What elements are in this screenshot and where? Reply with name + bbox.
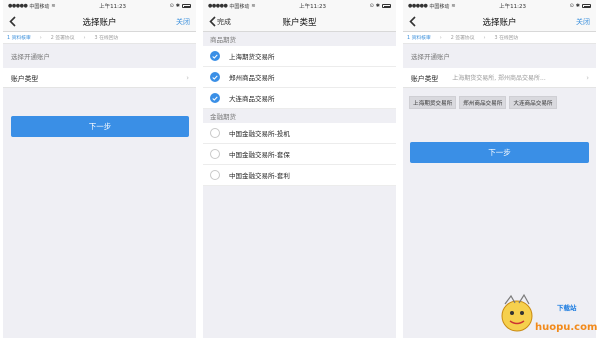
chevron-right-icon: › — [586, 73, 589, 82]
signal-icon: ●●●●● — [208, 3, 228, 9]
option-label: 中国金融交易所-投机 — [229, 130, 290, 138]
done-label: 完成 — [217, 17, 231, 26]
bluetooth-icon: ✱ — [175, 3, 180, 9]
status-bar: ●●●●● 中国移动 ≋ 上午11:23 ⊙ ✱ — [203, 0, 396, 12]
lock-rotation-icon: ⊙ — [369, 3, 374, 9]
next-button[interactable]: 下一步 — [11, 116, 189, 137]
check-icon — [210, 51, 220, 61]
option-label: 郑州商品交易所 — [229, 74, 275, 82]
step-3: 3 在线回访 — [94, 36, 119, 41]
radio-empty-icon — [210, 170, 220, 180]
option-shfe[interactable]: 上海期货交易所 — [203, 46, 396, 67]
section-label: 选择开通账户 — [3, 44, 196, 68]
lock-rotation-icon: ⊙ — [569, 3, 574, 9]
bluetooth-icon: ✱ — [575, 3, 580, 9]
group-header-commodity: 商品期货 — [203, 32, 396, 46]
watermark-logo: 下载站 huopu.com — [495, 282, 600, 338]
option-label: 上海期货交易所 — [229, 53, 275, 61]
step-2: 2 签署协议 — [50, 36, 75, 41]
close-button[interactable]: 关闭 — [176, 17, 190, 27]
close-button[interactable]: 关闭 — [576, 17, 590, 27]
account-type-row[interactable]: 账户类型 上海期货交易所, 郑州商品交易所... › — [403, 68, 596, 88]
screen-select-account: ●●●●● 中国移动 ≋ 上午11:23 ⊙ ✱ 选择账户 关闭 1 资料核审 … — [3, 0, 196, 338]
chevron-right-icon: › — [483, 34, 486, 41]
watermark-sub: 下载站 — [557, 304, 577, 312]
signal-icon: ●●●●● — [408, 3, 428, 9]
watermark-text: huopu.com — [535, 322, 598, 333]
account-type-value: 上海期货交易所, 郑州商品交易所... — [452, 75, 546, 82]
wifi-icon: ≋ — [51, 3, 56, 9]
done-button[interactable]: 完成 — [209, 16, 231, 27]
option-cffex-speculation[interactable]: 中国金融交易所-投机 — [203, 123, 396, 144]
step-1: 1 资料核审 — [407, 36, 431, 41]
account-type-label: 账户类型 — [411, 74, 439, 83]
carrier-label: 中国移动 — [29, 3, 50, 10]
check-icon — [210, 72, 220, 82]
option-dce[interactable]: 大连商品交易所 — [203, 88, 396, 109]
status-time: 上午11:23 — [99, 4, 126, 10]
screen-account-type: ●●●●● 中国移动 ≋ 上午11:23 ⊙ ✱ 完成 账户类型 商品期货 上海… — [203, 0, 396, 338]
back-chevron-icon[interactable] — [9, 16, 19, 28]
bluetooth-icon: ✱ — [375, 3, 380, 9]
battery-icon — [582, 4, 591, 8]
page-title: 账户类型 — [282, 17, 317, 28]
account-type-label: 账户类型 — [11, 74, 39, 83]
tag-dce[interactable]: 大连商品交易所 — [509, 96, 557, 109]
next-button[interactable]: 下一步 — [410, 142, 589, 163]
radio-empty-icon — [210, 149, 220, 159]
signal-icon: ●●●●● — [8, 3, 28, 9]
selected-tags: 上海期货交易所 郑州商品交易所 大连商品交易所 — [403, 88, 596, 109]
section-label: 选择开通账户 — [403, 44, 596, 68]
carrier-label: 中国移动 — [229, 3, 250, 10]
lock-rotation-icon: ⊙ — [169, 3, 174, 9]
check-icon — [210, 93, 220, 103]
group-header-financial: 金融期货 — [203, 109, 396, 123]
chevron-right-icon: › — [439, 34, 442, 41]
status-bar: ●●●●● 中国移动 ≋ 上午11:23 ⊙ ✱ — [403, 0, 596, 12]
option-cffex-arbitrage[interactable]: 中国金融交易所-套利 — [203, 165, 396, 186]
back-chevron-icon[interactable] — [409, 16, 419, 28]
mascot-icon — [501, 293, 533, 332]
tag-shfe[interactable]: 上海期货交易所 — [409, 96, 457, 109]
status-time: 上午11:23 — [499, 4, 526, 10]
nav-bar: 选择账户 关闭 — [403, 12, 596, 32]
page-title: 选择账户 — [82, 17, 117, 28]
nav-bar: 完成 账户类型 — [203, 12, 396, 32]
battery-icon — [382, 4, 391, 8]
option-cffex-hedge[interactable]: 中国金融交易所-套保 — [203, 144, 396, 165]
chevron-right-icon: › — [186, 73, 189, 82]
page-title: 选择账户 — [482, 17, 517, 28]
wifi-icon: ≋ — [251, 3, 256, 9]
step-3: 3 在线回访 — [494, 36, 519, 41]
status-time: 上午11:23 — [299, 4, 326, 10]
carrier-label: 中国移动 — [429, 3, 450, 10]
step-indicator: 1 资料核审 › 2 签署协议 › 3 在线回访 — [403, 32, 596, 44]
option-czce[interactable]: 郑州商品交易所 — [203, 67, 396, 88]
step-2: 2 签署协议 — [450, 36, 475, 41]
step-indicator: 1 资料核审 › 2 签署协议 › 3 在线回访 — [3, 32, 196, 44]
step-1: 1 资料核审 — [7, 36, 31, 41]
option-label: 中国金融交易所-套利 — [229, 172, 290, 180]
status-bar: ●●●●● 中国移动 ≋ 上午11:23 ⊙ ✱ — [3, 0, 196, 12]
nav-bar: 选择账户 关闭 — [3, 12, 196, 32]
option-label: 大连商品交易所 — [229, 95, 275, 103]
tag-czce[interactable]: 郑州商品交易所 — [459, 96, 507, 109]
back-chevron-icon — [209, 16, 216, 27]
chevron-right-icon: › — [39, 34, 42, 41]
chevron-right-icon: › — [83, 34, 86, 41]
option-label: 中国金融交易所-套保 — [229, 151, 290, 159]
wifi-icon: ≋ — [451, 3, 456, 9]
radio-empty-icon — [210, 128, 220, 138]
account-type-row[interactable]: 账户类型 › — [3, 68, 196, 88]
battery-icon — [182, 4, 191, 8]
